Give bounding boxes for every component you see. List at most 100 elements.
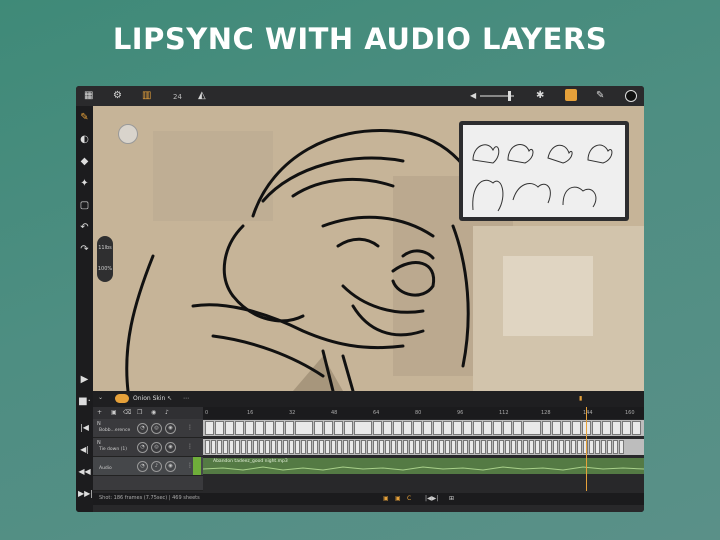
frame-cell[interactable]: [397, 440, 402, 454]
frame-cell[interactable]: [503, 421, 512, 435]
frame-cell[interactable]: [475, 440, 480, 454]
prev-frame-icon[interactable]: ◀|: [78, 444, 91, 456]
frame-cell[interactable]: [559, 440, 564, 454]
frame-cell[interactable]: [205, 421, 214, 435]
gear-icon[interactable]: ⚙: [113, 89, 122, 103]
frame-cell[interactable]: [421, 440, 426, 454]
layer-row-audio[interactable]: Audio ◔ ♪ ◉ ⋮: [93, 457, 203, 476]
layer-track-reference[interactable]: [203, 420, 644, 436]
fps-label[interactable]: 24: [173, 90, 182, 104]
audio-track[interactable]: Abandon tadeez_good night.mp3: [203, 458, 644, 474]
frame-ruler[interactable]: 0 16 32 48 64 80 96 112 128 144 160: [203, 407, 644, 419]
eraser-icon[interactable]: ◐: [78, 134, 91, 146]
frame-cell[interactable]: [277, 440, 282, 454]
frame-cell[interactable]: [319, 440, 324, 454]
frames-icon[interactable]: ▥: [142, 89, 151, 103]
first-frame-icon[interactable]: |◀: [78, 422, 91, 434]
frame-cell[interactable]: [415, 440, 420, 454]
duplicate-icon[interactable]: ❐: [137, 408, 142, 418]
redo-icon[interactable]: ↷: [78, 244, 91, 256]
frame-cell[interactable]: [337, 440, 342, 454]
frame-cell[interactable]: [602, 421, 611, 435]
chevron-down-icon[interactable]: ⌄: [98, 393, 103, 403]
layer-row-empty[interactable]: [93, 476, 203, 491]
frame-cell[interactable]: [211, 440, 216, 454]
frame-cell[interactable]: [265, 440, 270, 454]
frame-cell[interactable]: [245, 421, 254, 435]
frame-cell[interactable]: [344, 421, 353, 435]
onion-settings-icon[interactable]: ↖: [167, 394, 172, 404]
frame-cell[interactable]: [313, 440, 318, 454]
lock-icon[interactable]: ▣: [111, 408, 117, 418]
undo-icon[interactable]: ↶: [78, 222, 91, 234]
color-picker-button[interactable]: [625, 90, 637, 102]
frame-cell[interactable]: [439, 440, 444, 454]
frame-cell[interactable]: [562, 421, 571, 435]
frame-cell[interactable]: [225, 421, 234, 435]
frame-cell[interactable]: [259, 440, 264, 454]
frame-cell[interactable]: [529, 440, 534, 454]
frame-cell[interactable]: [487, 440, 492, 454]
layer-menu-icon[interactable]: ⋮: [187, 442, 193, 452]
opacity-icon[interactable]: ◔: [137, 442, 148, 453]
reference-image-panel[interactable]: [459, 121, 629, 221]
frame-cell[interactable]: [409, 440, 414, 454]
onion-skin-toggle[interactable]: [115, 394, 129, 403]
frame-cell[interactable]: [285, 421, 294, 435]
frame-cell[interactable]: [457, 440, 462, 454]
frame-cell[interactable]: [403, 421, 412, 435]
frame-cell[interactable]: [523, 440, 528, 454]
frame-cell[interactable]: [499, 440, 504, 454]
frame-cell[interactable]: [383, 421, 392, 435]
frame-cell[interactable]: [325, 440, 330, 454]
frame-cell[interactable]: [469, 440, 474, 454]
frame-cell[interactable]: [463, 440, 468, 454]
frame-cell[interactable]: [511, 440, 516, 454]
drawing-canvas[interactable]: 11lbs 100%: [93, 106, 644, 391]
frame-cell[interactable]: [334, 421, 343, 435]
rewind-icon[interactable]: ◀◀: [78, 466, 91, 478]
sound-icon[interactable]: ♪: [165, 408, 169, 418]
frame-cell[interactable]: [613, 440, 618, 454]
frame-cell[interactable]: [493, 421, 502, 435]
opacity-icon[interactable]: ◔: [137, 461, 148, 472]
frame-cell[interactable]: [373, 421, 382, 435]
frame-cell[interactable]: [513, 421, 522, 435]
clock-icon[interactable]: C: [407, 494, 411, 504]
frame-cell[interactable]: [403, 440, 408, 454]
frame-cell[interactable]: [373, 440, 378, 454]
frame-cell[interactable]: [595, 440, 600, 454]
frame-cell[interactable]: [481, 440, 486, 454]
frame-cell[interactable]: [343, 440, 348, 454]
brush-icon[interactable]: ✎: [78, 112, 91, 124]
frame-cell[interactable]: [589, 440, 594, 454]
frame-cell[interactable]: [354, 421, 372, 435]
frame-cell[interactable]: [307, 440, 312, 454]
next-frame-icon[interactable]: ▶▶|: [78, 488, 93, 500]
frame-cell[interactable]: [423, 421, 432, 435]
pencil-tool-icon[interactable]: ✎: [596, 89, 604, 103]
frame-cell[interactable]: [433, 440, 438, 454]
layer-track-tiedown[interactable]: [203, 439, 644, 455]
frame-cell[interactable]: [283, 440, 288, 454]
frame-cell[interactable]: [517, 440, 522, 454]
background-image-button[interactable]: [565, 89, 577, 101]
frame-cell[interactable]: [612, 421, 621, 435]
frame-cell[interactable]: [361, 440, 366, 454]
frame-cell[interactable]: [577, 440, 582, 454]
onion-icon[interactable]: ◎: [151, 423, 162, 434]
frame-cell[interactable]: [215, 421, 224, 435]
layer-menu-icon[interactable]: ⋮: [187, 423, 193, 433]
layer-row-tiedown[interactable]: N Tie down (1) ◔ ◎ ◉ ⋮: [93, 438, 203, 457]
frame-cell[interactable]: [552, 421, 561, 435]
play-icon[interactable]: ▶: [78, 374, 91, 386]
eye-icon[interactable]: ◉: [151, 408, 156, 418]
frame-cell[interactable]: [391, 440, 396, 454]
frame-cell[interactable]: [571, 440, 576, 454]
fill-icon[interactable]: ◆: [78, 156, 91, 168]
frame-cell[interactable]: [505, 440, 510, 454]
frame-cell[interactable]: [247, 440, 252, 454]
frame-cell[interactable]: [542, 421, 551, 435]
frame-cell[interactable]: [541, 440, 546, 454]
frame-cell[interactable]: [265, 421, 274, 435]
